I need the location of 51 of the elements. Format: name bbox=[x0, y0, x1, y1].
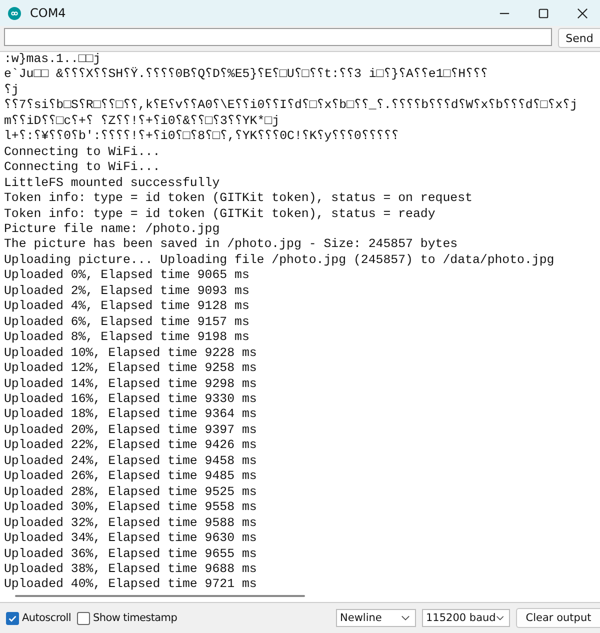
app-logo-icon bbox=[8, 6, 21, 20]
output-line: The picture has been saved in /photo.jpg - Size: 245857 bytes bbox=[4, 237, 458, 253]
output-line: Uploaded 40%, Elapsed time 9721 ms bbox=[4, 577, 257, 592]
output-line: Uploaded 34%, Elapsed time 9630 ms bbox=[4, 531, 257, 546]
timestamp-checkbox[interactable] bbox=[76, 612, 90, 624]
output-line: ⸮j bbox=[4, 82, 19, 98]
output-line: Uploaded 38%, Elapsed time 9688 ms bbox=[4, 562, 257, 578]
output-line: m⸮⸮iD⸮⸮□c⸮+⸮ ⸮Z⸮⸮!⸮+⸮i0⸮&⸮⸮□⸮3⸮⸮YK*□j bbox=[4, 114, 280, 130]
output-line: Uploaded 0%, Elapsed time 9065 ms bbox=[4, 268, 250, 284]
output-line: Uploaded 14%, Elapsed time 9298 ms bbox=[4, 376, 257, 392]
output-line: Connecting to WiFi... bbox=[4, 160, 160, 176]
output-line: Uploaded 12%, Elapsed time 9258 ms bbox=[4, 361, 257, 377]
output-line: Picture file name: /photo.jpg bbox=[4, 222, 220, 238]
output-line: Uploaded 28%, Elapsed time 9525 ms bbox=[4, 484, 257, 500]
output-line: Connecting to WiFi... bbox=[4, 144, 160, 160]
output-line: LittleFS mounted successfully bbox=[4, 176, 220, 192]
close-icon[interactable] bbox=[577, 8, 588, 18]
output-line: e`Ju□□ &⸮⸮⸮X⸮⸮SH⸮Ÿ.⸮⸮⸮⸮0B⸮Q⸮D⸮%E5}⸮E⸮□U⸮□⸮⸮t:⸮⸮3 i□⸮}⸮A⸮⸮e1□⸮H⸮⸮⸮ bbox=[4, 67, 488, 83]
output-line: Uploaded 8%, Elapsed time 9198 ms bbox=[4, 330, 250, 346]
message-input-field[interactable] bbox=[4, 28, 552, 46]
output-line: Uploaded 4%, Elapsed time 9128 ms bbox=[4, 299, 250, 315]
send-button[interactable]: Send bbox=[558, 28, 600, 48]
output-line: Uploaded 26%, Elapsed time 9485 ms bbox=[4, 469, 257, 485]
autoscroll-checkbox[interactable] bbox=[6, 612, 19, 624]
checkbox-label: Autoscroll bbox=[22, 612, 71, 624]
output-line: Uploaded 24%, Elapsed time 9458 ms bbox=[4, 454, 257, 470]
output-line: Uploaded 18%, Elapsed time 9364 ms bbox=[4, 407, 257, 423]
window-title: COM4 bbox=[30, 6, 66, 20]
output-line: Uploaded 16%, Elapsed time 9330 ms bbox=[4, 392, 257, 408]
scrollbar-thumb[interactable] bbox=[15, 595, 305, 597]
output-line: Uploaded 22%, Elapsed time 9426 ms bbox=[4, 438, 257, 454]
maximize-icon[interactable] bbox=[538, 8, 549, 18]
clear-output-button[interactable]: Clear output bbox=[516, 608, 600, 628]
output-line: Token info: type = id token (GITKit token), status = ready bbox=[4, 206, 436, 222]
output-line: Uploaded 20%, Elapsed time 9397 ms bbox=[4, 422, 257, 438]
output-line: Uploaded 36%, Elapsed time 9655 ms bbox=[4, 546, 257, 562]
output-line: ⸮⸮7⸮si⸮b□S⸮R□⸮⸮□⸮⸮,k⸮E⸮v⸮⸮A0⸮\E⸮⸮i0⸮⸮I⸮d⸮□⸮x⸮b□⸮⸮_⸮.⸮⸮⸮⸮b⸮⸮⸮d⸮W⸮x⸮b⸮⸮⸮d⸮□⸮x⸮j bbox=[4, 98, 578, 114]
line-ending-dropdown[interactable]: Newline bbox=[336, 609, 416, 627]
output-line: Uploading picture... Uploading file /photo.jpg (245857) to /data/photo.jpg bbox=[4, 252, 554, 268]
caret-icon bbox=[401, 615, 410, 621]
caret-icon bbox=[496, 615, 504, 621]
output-line: :w}mas.1..□□j bbox=[4, 52, 101, 67]
output-line: Uploaded 32%, Elapsed time 9588 ms bbox=[4, 516, 257, 532]
output-line: l+⸮:⸮¥⸮⸮0⸮b':⸮⸮⸮⸮!⸮+⸮i0⸮□⸮8⸮□⸮,⸮YK⸮⸮⸮0C!⸮K⸮y⸮⸮⸮0⸮⸮⸮⸮⸮ bbox=[4, 129, 399, 145]
baud-rate-dropdown[interactable]: 115200 baud bbox=[422, 609, 510, 627]
output-line: Token info: type = id token (GITKit token), status = on request bbox=[4, 191, 472, 207]
output-line: Uploaded 10%, Elapsed time 9228 ms bbox=[4, 346, 257, 362]
checkbox-label: Show timestamp bbox=[92, 612, 178, 624]
output-line: Uploaded 2%, Elapsed time 9093 ms bbox=[4, 284, 250, 300]
output-line: Uploaded 6%, Elapsed time 9157 ms bbox=[4, 314, 250, 330]
output-line: Uploaded 30%, Elapsed time 9558 ms bbox=[4, 500, 257, 516]
